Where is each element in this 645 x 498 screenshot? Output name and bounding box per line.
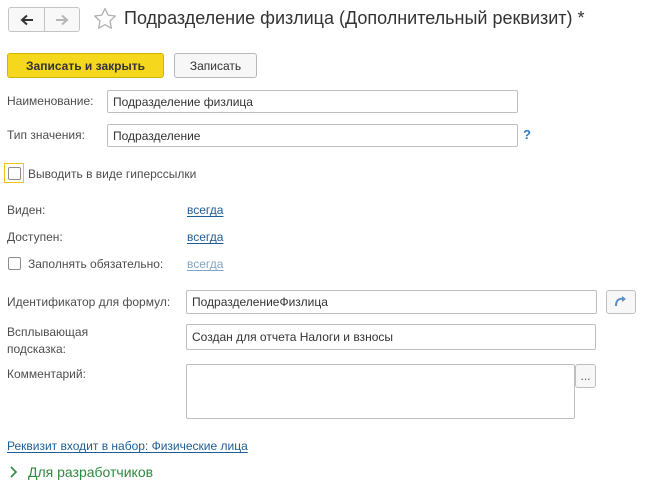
developers-group-header[interactable]: Для разработчиков <box>9 464 153 480</box>
formula-id-field[interactable]: ПодразделениеФизлица <box>186 290 597 314</box>
hyperlink-checkbox[interactable] <box>7 166 21 180</box>
chevron-right-icon <box>10 466 18 478</box>
attribute-set-link[interactable]: Реквизит входит в набор: Физические лица <box>7 439 248 453</box>
comment-field[interactable] <box>186 364 575 419</box>
available-label: Доступен: <box>7 230 63 244</box>
comment-select-button[interactable]: ... <box>575 364 596 388</box>
arrow-left-icon <box>20 14 33 25</box>
name-label: Наименование: <box>7 94 94 108</box>
name-field[interactable]: Подразделение физлица <box>107 90 518 113</box>
visible-link[interactable]: всегда <box>187 203 223 217</box>
hyperlink-checkbox-frame[interactable] <box>4 163 24 183</box>
refresh-identifier-button[interactable] <box>606 290 636 314</box>
save-and-close-button[interactable]: Записать и закрыть <box>7 53 164 78</box>
required-checkbox[interactable] <box>8 257 21 270</box>
save-button[interactable]: Записать <box>174 53 257 78</box>
navigation-buttons <box>8 7 80 32</box>
arrow-right-icon <box>56 14 69 25</box>
page-title: Подразделение физлица (Дополнительный ре… <box>124 8 585 28</box>
value-type-label: Тип значения: <box>7 128 85 142</box>
visible-label: Виден: <box>7 203 46 217</box>
required-checkbox-label[interactable]: Заполнять обязательно: <box>28 257 163 271</box>
available-link[interactable]: всегда <box>187 230 223 244</box>
star-outline-icon[interactable] <box>92 6 118 32</box>
tooltip-label-line2: подсказка: <box>7 342 66 356</box>
forward-button[interactable] <box>44 8 79 31</box>
back-button[interactable] <box>9 8 44 31</box>
value-type-field[interactable]: Подразделение <box>107 124 518 147</box>
comment-label: Комментарий: <box>7 367 86 381</box>
tooltip-field[interactable]: Создан для отчета Налоги и взносы <box>186 324 596 350</box>
developers-group-label: Для разработчиков <box>28 464 154 480</box>
tooltip-label-line1: Всплывающая <box>7 325 89 339</box>
hyperlink-checkbox-label[interactable]: Выводить в виде гиперссылки <box>28 167 196 181</box>
formula-id-label: Идентификатор для формул: <box>7 295 171 309</box>
curved-arrow-icon <box>615 296 626 307</box>
required-link: всегда <box>187 257 224 271</box>
help-icon[interactable]: ? <box>523 127 531 142</box>
